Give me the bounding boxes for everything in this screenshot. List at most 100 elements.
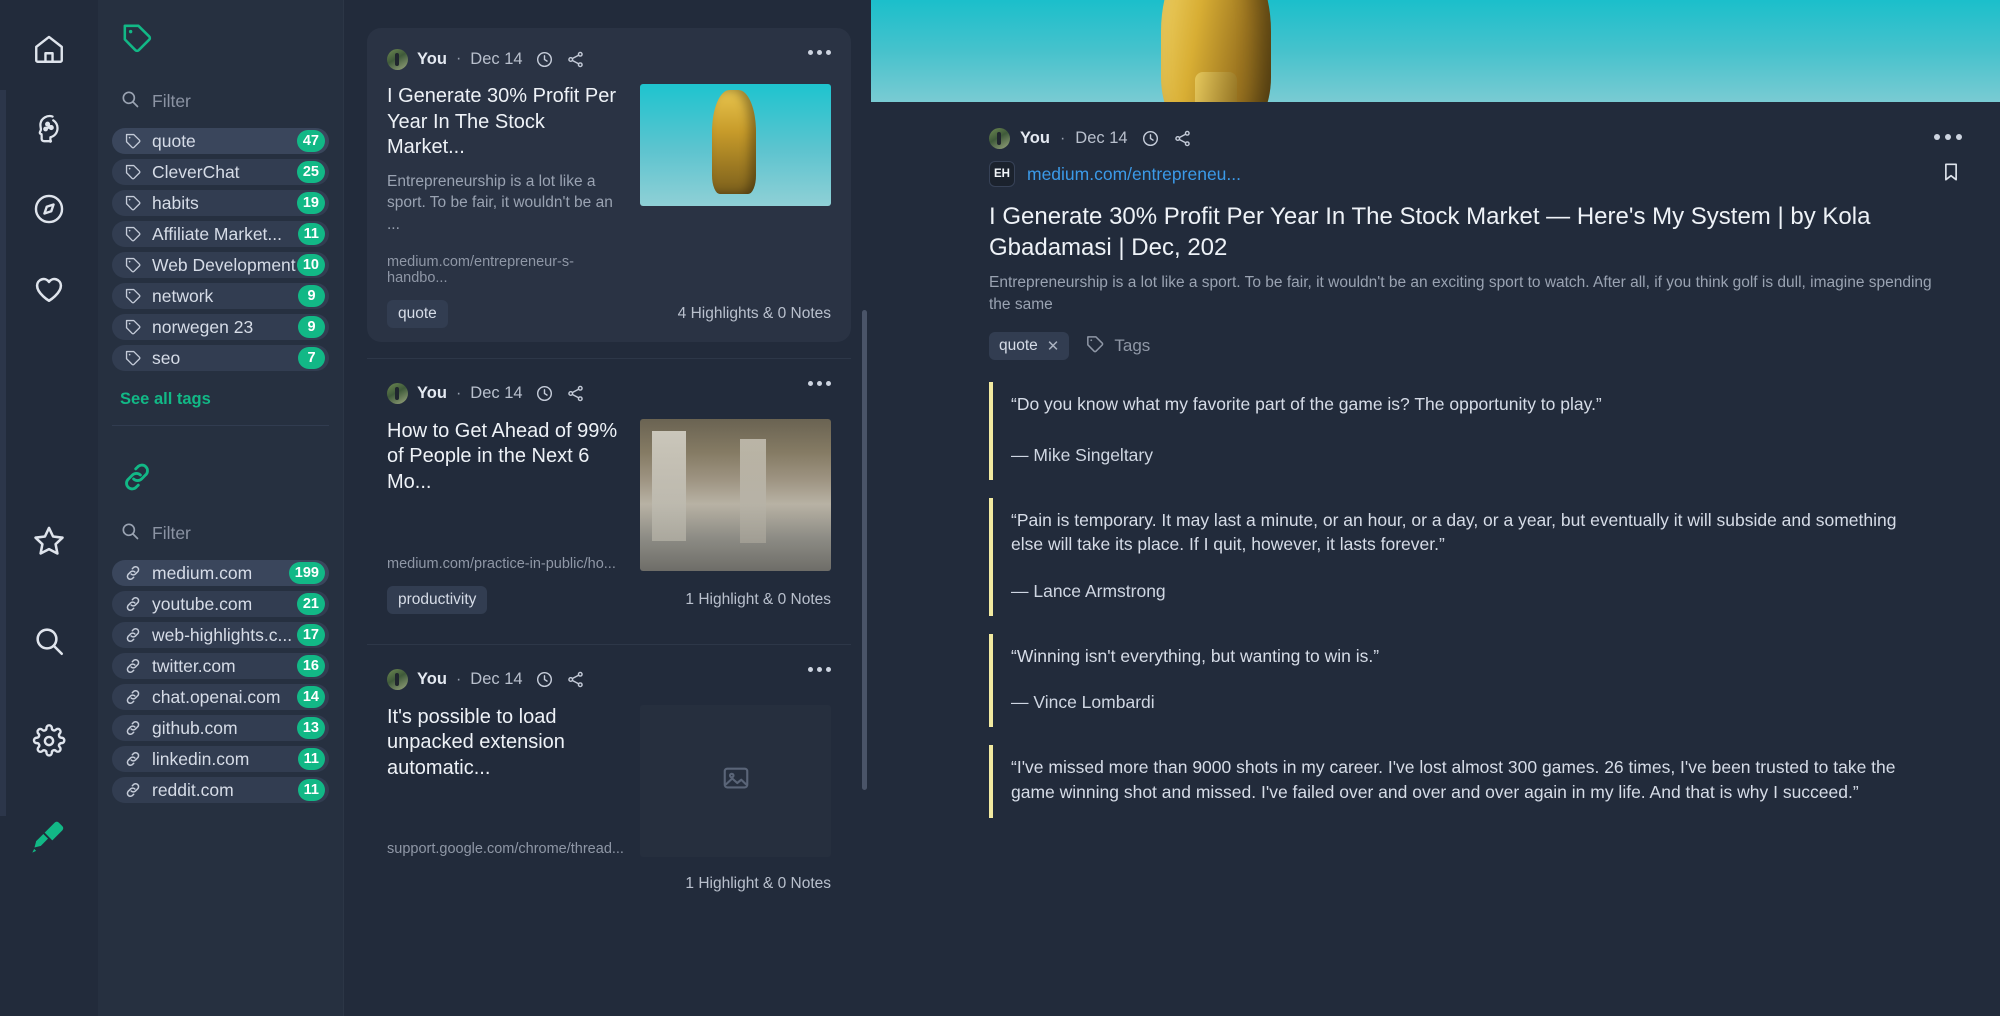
card-body: I Generate 30% Profit Per Year In The St… (387, 84, 831, 286)
card-header: You · Dec 14 (387, 46, 831, 72)
tag-list-item[interactable]: habits 19 (112, 190, 329, 216)
tag-list-item[interactable]: network 9 (112, 283, 329, 309)
clock-icon[interactable] (535, 50, 554, 69)
feed-card[interactable]: You · Dec 14 It's possible to load unpac… (367, 645, 851, 912)
card-body: It's possible to load unpacked extension… (387, 704, 831, 857)
see-all-tags-link[interactable]: See all tags (98, 376, 343, 425)
tag-list-item[interactable]: Web Development 10 (112, 252, 329, 278)
tag-icon (124, 318, 144, 336)
domain-list-item[interactable]: youtube.com 21 (112, 591, 329, 617)
detail-more-menu[interactable] (1934, 134, 1962, 140)
card-more-menu[interactable] (808, 666, 831, 672)
share-icon[interactable] (566, 670, 585, 689)
tags-filter-input[interactable] (152, 90, 312, 112)
add-tags-button[interactable]: Tags (1085, 334, 1150, 359)
link-icon (124, 719, 144, 737)
feed-scrollbar[interactable] (862, 310, 867, 790)
share-icon[interactable] (1173, 129, 1192, 148)
links-filter-row[interactable] (98, 512, 343, 554)
highlight-text: “Pain is temporary. It may last a minute… (1011, 509, 1897, 555)
card-more-menu[interactable] (808, 50, 831, 55)
search-icon (120, 89, 140, 114)
domain-list-item[interactable]: medium.com 199 (112, 560, 329, 586)
domain-list-item[interactable]: twitter.com 16 (112, 653, 329, 679)
domain-count-badge: 11 (297, 748, 325, 770)
clock-icon[interactable] (1141, 129, 1160, 148)
highlight-text: “Do you know what my favorite part of th… (1011, 394, 1602, 415)
card-highlight-count: 1 Highlight & 0 Notes (685, 590, 831, 608)
home-icon[interactable] (18, 18, 80, 80)
card-tag-chip[interactable]: quote (387, 299, 448, 328)
tag-count-badge: 7 (298, 347, 325, 369)
highlight-item[interactable]: “Winning isn't everything, but wanting t… (989, 633, 1912, 728)
highlight-item[interactable]: “Do you know what my favorite part of th… (989, 382, 1912, 480)
tag-list-item[interactable]: quote 47 (112, 128, 329, 154)
tag-list-item[interactable]: CleverChat 25 (112, 159, 329, 185)
links-filter-input[interactable] (152, 522, 312, 544)
compass-icon[interactable] (18, 178, 80, 240)
star-icon[interactable] (18, 510, 80, 572)
feed-card[interactable]: You · Dec 14 I Generate 30% Profit Per Y… (367, 28, 851, 342)
gear-icon[interactable] (18, 710, 80, 772)
search-icon[interactable] (18, 610, 80, 672)
share-icon[interactable] (566, 384, 585, 403)
clock-icon[interactable] (535, 384, 554, 403)
card-body: How to Get Ahead of 99% of People in the… (387, 418, 831, 572)
tag-icon (124, 194, 144, 212)
detail-url-link[interactable]: medium.com/entrepreneu... (1027, 164, 1241, 185)
card-url: medium.com/practice-in-public/ho... (387, 555, 616, 572)
domain-list-item[interactable]: reddit.com 11 (112, 777, 329, 803)
tag-list-item[interactable]: norwegen 23 9 (112, 314, 329, 340)
tag-icon (124, 225, 144, 243)
domain-list-item[interactable]: linkedin.com 11 (112, 746, 329, 772)
card-tag-chip[interactable]: productivity (387, 585, 488, 614)
card-more-menu[interactable] (808, 380, 831, 386)
feed-column: You · Dec 14 I Generate 30% Profit Per Y… (343, 0, 871, 1016)
domain-list-item[interactable]: web-highlights.c... 17 (112, 622, 329, 648)
tag-label: Web Development (152, 254, 296, 275)
link-icon (124, 688, 144, 706)
tags-section-header (98, 0, 343, 80)
domain-label: chat.openai.com (152, 686, 281, 707)
tag-list-item[interactable]: seo 7 (112, 345, 329, 371)
tag-list-item[interactable]: Affiliate Market... 11 (112, 221, 329, 247)
tag-icon (124, 132, 144, 150)
domain-count-badge: 21 (296, 593, 325, 615)
card-url: medium.com/entrepreneur-s-handbo... (387, 253, 574, 286)
bookmark-icon[interactable] (1940, 161, 1962, 188)
card-separator: · (455, 670, 462, 688)
avatar (387, 48, 408, 70)
feed-scroll-area[interactable]: You · Dec 14 I Generate 30% Profit Per Y… (343, 0, 871, 1016)
detail-tag-chip[interactable]: quote ✕ (989, 332, 1070, 361)
detail-tag-label: quote (999, 337, 1038, 355)
highlight-item[interactable]: “Pain is temporary. It may last a minute… (989, 497, 1912, 616)
detail-hero-image (871, 0, 2000, 102)
link-icon (124, 626, 144, 644)
detail-tags-row: quote ✕ Tags (989, 332, 1940, 361)
tag-icon (1085, 334, 1105, 359)
tag-count-badge: 25 (296, 161, 325, 183)
card-title: It's possible to load unpacked extension… (387, 705, 565, 779)
domain-list-item[interactable]: github.com 13 (112, 715, 329, 741)
domain-list-item[interactable]: chat.openai.com 14 (112, 684, 329, 710)
highlight-item[interactable]: “I've missed more than 9000 shots in my … (989, 745, 1912, 819)
card-description: Entrepreneurship is a lot like a sport. … (387, 172, 613, 234)
highlighter-icon[interactable] (18, 806, 80, 868)
brain-idea-icon[interactable] (18, 98, 80, 160)
card-highlight-count: 4 Highlights & 0 Notes (677, 304, 831, 322)
sidebar: quote 47 CleverChat 25 habits 19 Affilia… (98, 0, 343, 1016)
feed-card[interactable]: You · Dec 14 How to Get Ahead of 99% of … (367, 359, 851, 628)
close-icon[interactable]: ✕ (1047, 337, 1060, 355)
domain-label: youtube.com (152, 593, 253, 614)
detail-header: You · Dec 14 (989, 128, 1962, 149)
heart-icon[interactable] (18, 258, 80, 320)
detail-content: You · Dec 14 EH medium.com/entrepreneu..… (871, 102, 2000, 819)
highlight-attribution: — Lance Armstrong (1011, 580, 1166, 601)
detail-author: You (1020, 129, 1050, 147)
tag-icon (124, 287, 144, 305)
tag-label: Affiliate Market... (152, 223, 283, 244)
share-icon[interactable] (566, 50, 585, 69)
clock-icon[interactable] (535, 670, 554, 689)
tags-filter-row[interactable] (98, 80, 343, 122)
card-title: I Generate 30% Profit Per Year In The St… (387, 85, 617, 159)
